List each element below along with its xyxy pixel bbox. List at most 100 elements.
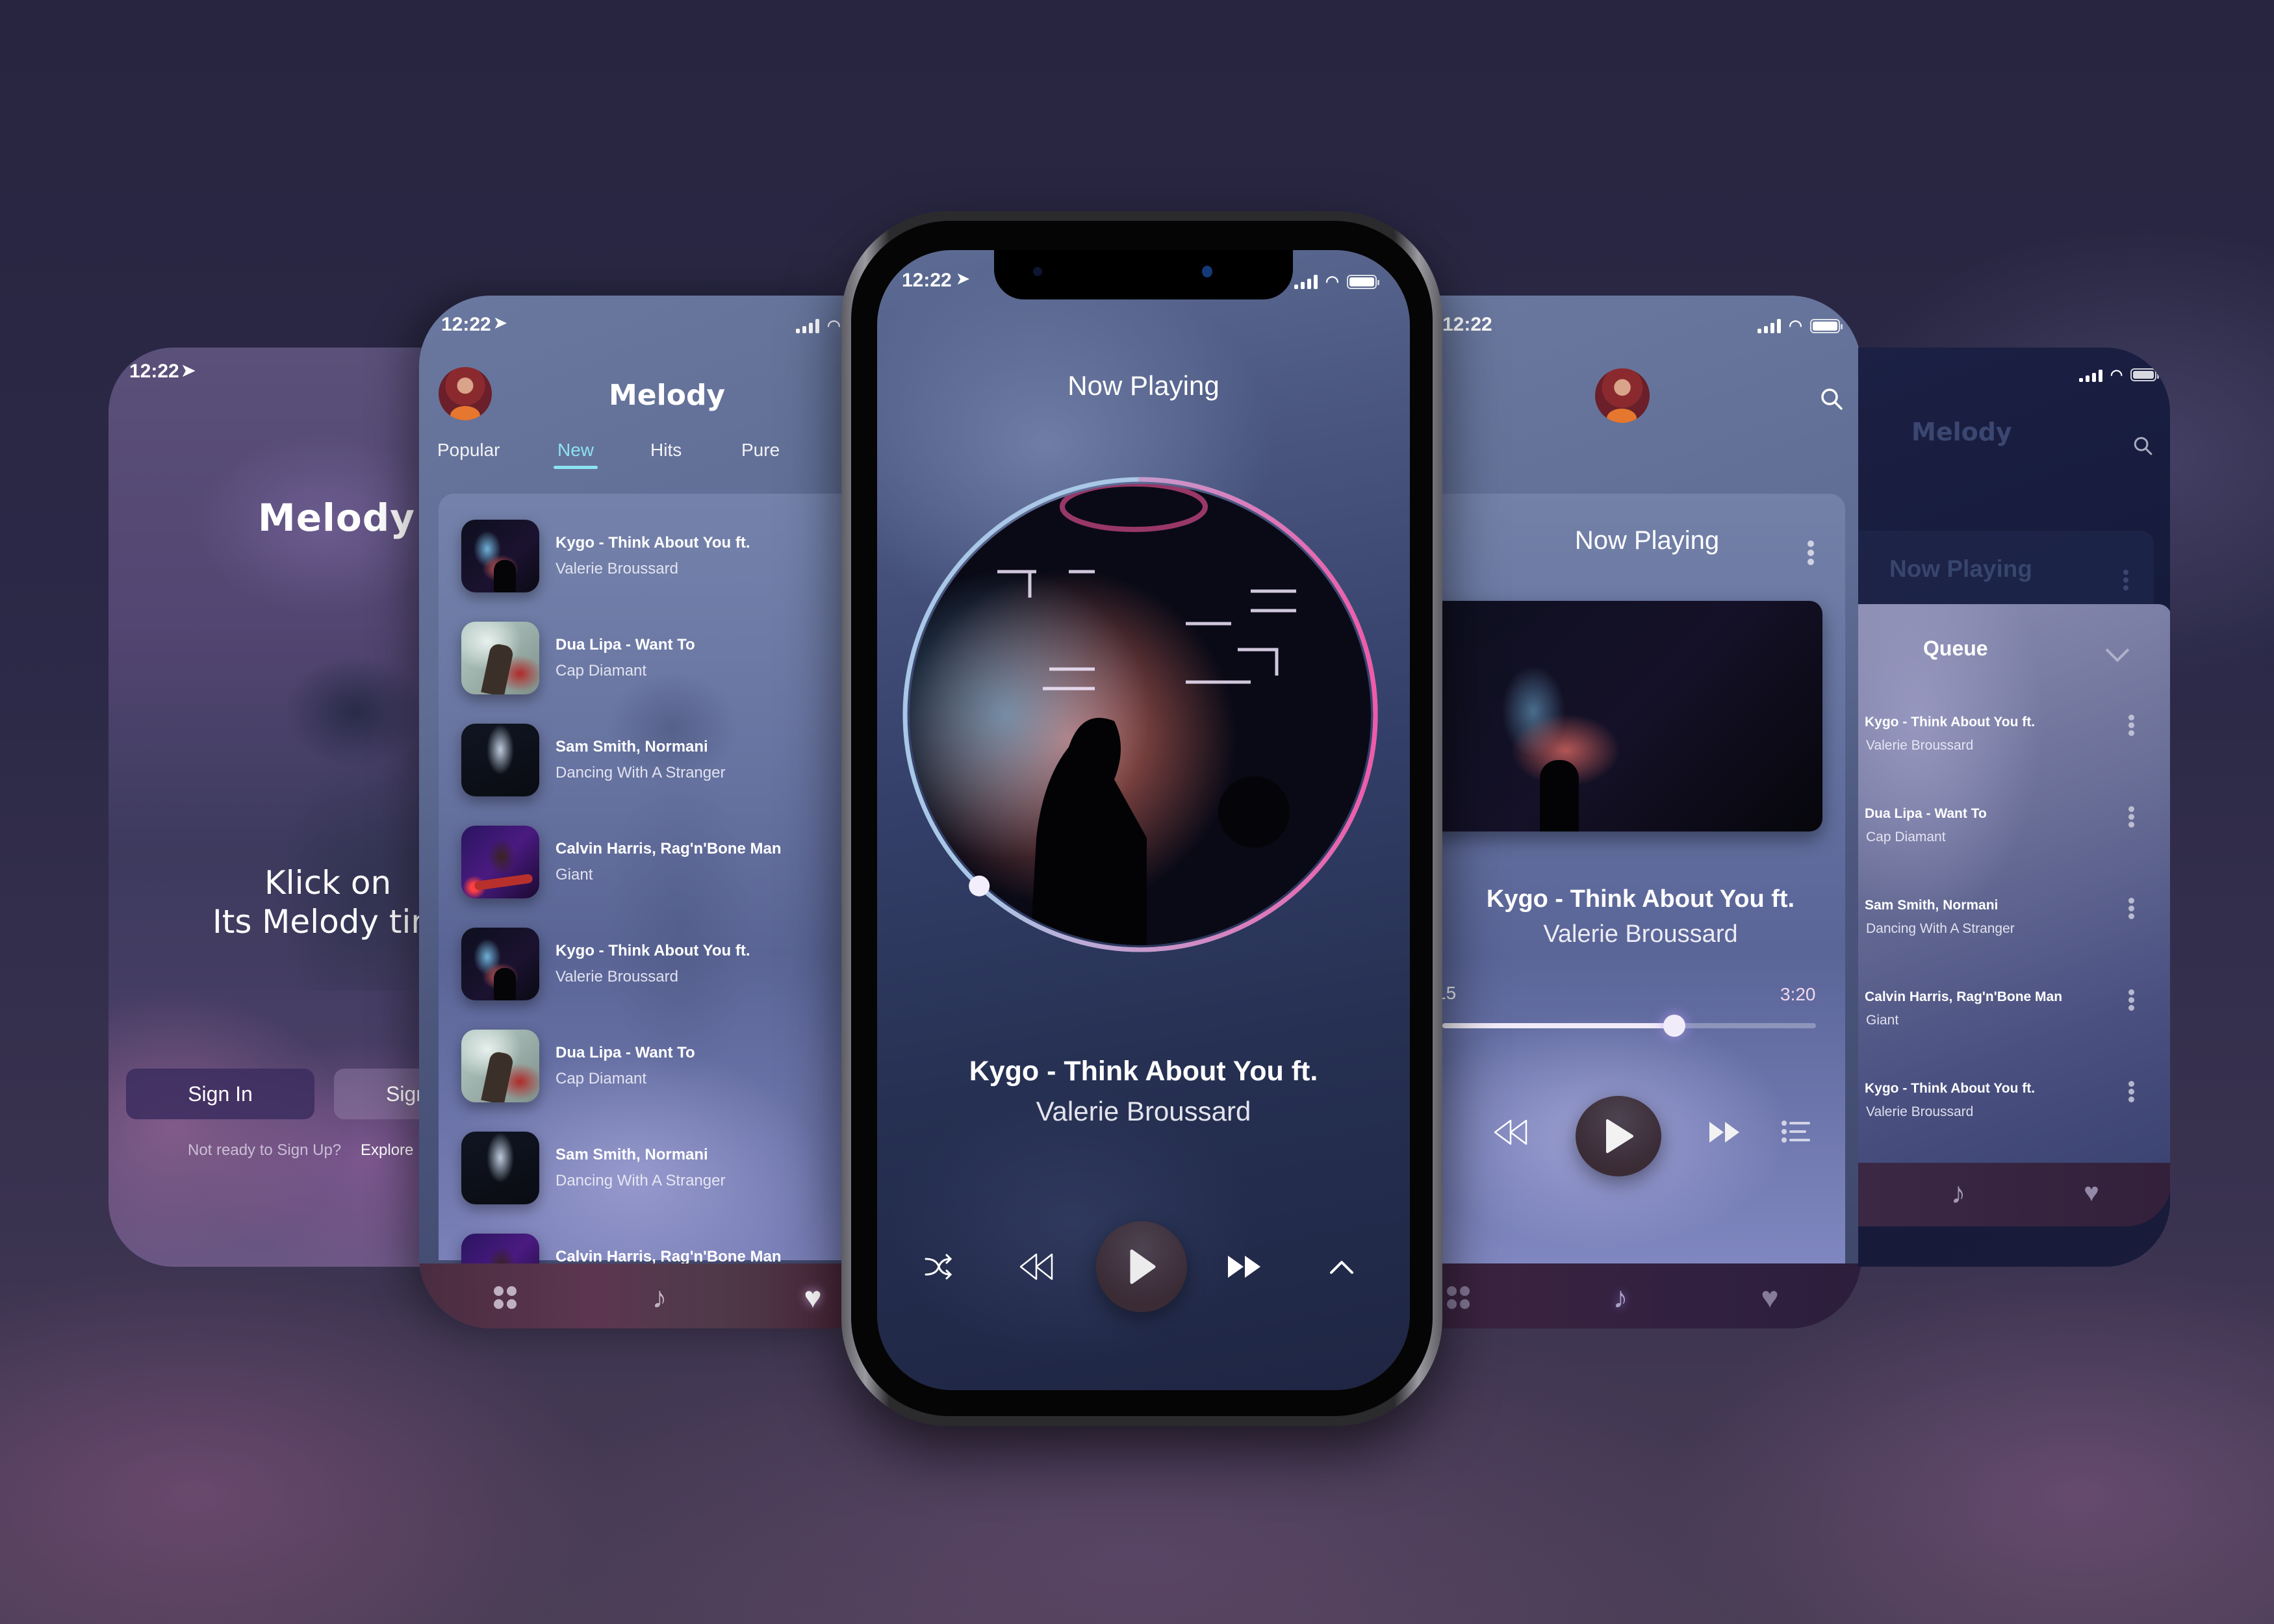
play-icon (1606, 1119, 1633, 1153)
app-title: Melody (1911, 418, 2012, 446)
tab-new[interactable]: New (553, 440, 598, 469)
explore-link[interactable]: Explore (361, 1141, 413, 1160)
track-title: Kygo - Think About You ft. (969, 1056, 1318, 1087)
song-title: Dua Lipa - Want To (556, 636, 695, 653)
queue-header: Queue (1923, 637, 1988, 660)
status-bar: ◠ (1858, 364, 2170, 403)
now-playing-header: Now Playing (1067, 370, 1220, 401)
bottom-nav: ♪ ♥ (419, 1263, 848, 1328)
progress-knob[interactable] (1663, 1015, 1685, 1037)
location-arrow-icon: ➤ (494, 314, 507, 332)
status-bar: 12:22 ◠ (1429, 314, 1861, 353)
song-title: Kygo - Think About You ft. (1865, 1081, 2036, 1096)
more-options-icon[interactable] (2128, 989, 2134, 1013)
rewind-icon[interactable] (1017, 1250, 1056, 1283)
status-time: 12:22 (902, 270, 952, 291)
queue-item[interactable]: Calvin Harris, Rag'n'Bone Man Giant (1865, 989, 2164, 1054)
user-avatar[interactable] (439, 367, 492, 420)
now-playing-header: Now Playing (1574, 526, 1720, 555)
signal-icon (2079, 368, 2102, 382)
song-list-item[interactable]: Kygo - Think About You ft. Valerie Brouss… (439, 928, 848, 1006)
album-disc (902, 477, 1378, 952)
heart-icon[interactable]: ♥ (2076, 1177, 2107, 1208)
status-icons: ◠ (2079, 366, 2160, 383)
user-avatar[interactable] (1595, 368, 1650, 423)
status-icons: ◠ (1757, 316, 1843, 335)
status-time: 12:22 (441, 314, 491, 335)
song-list-item[interactable]: Dua Lipa - Want To Cap Diamant (439, 622, 848, 700)
album-thumbnail (461, 520, 539, 592)
signal-icon (1294, 274, 1318, 289)
song-title: Sam Smith, Normani (1865, 898, 1999, 913)
play-button[interactable] (1096, 1221, 1187, 1312)
queue-item[interactable]: Sam Smith, Normani Dancing With A Strange… (1865, 898, 2164, 963)
progress-fill (1442, 1023, 1674, 1028)
search-icon[interactable] (1819, 387, 1845, 412)
status-time: 12:22 (1442, 314, 1492, 335)
song-title: Calvin Harris, Rag'n'Bone Man (556, 840, 782, 857)
status-icons: ◠ (1294, 272, 1379, 291)
heart-icon[interactable]: ♥ (797, 1280, 828, 1314)
song-title: Sam Smith, Normani (556, 1146, 708, 1163)
grid-icon[interactable] (1442, 1282, 1474, 1313)
album-thumbnail (461, 928, 539, 1000)
song-list-item[interactable]: Sam Smith, Normani Dancing With A Strange… (439, 1132, 848, 1210)
more-options-icon[interactable] (2123, 570, 2128, 593)
song-list-item[interactable]: Kygo - Think About You ft. Valerie Brouss… (439, 520, 848, 598)
more-options-icon[interactable] (2128, 1081, 2134, 1104)
song-artist: Valerie Broussard (1866, 1104, 1974, 1119)
wifi-icon: ◠ (1789, 317, 1802, 335)
library-screen: 12:22 ➤ ◠ Melody Popular New Hits Pure K… (419, 296, 848, 1328)
queue-item[interactable]: Dua Lipa - Want To Cap Diamant (1865, 806, 2164, 871)
rewind-icon[interactable] (1491, 1117, 1530, 1147)
heart-icon[interactable]: ♥ (1754, 1280, 1785, 1314)
tab-hits[interactable]: Hits (650, 440, 682, 461)
album-thumbnail (461, 1132, 539, 1204)
status-bar: 12:22 ➤ ◠ (419, 314, 848, 353)
player-card-screen: 12:22 ◠ Now Playing Kygo - Think About Y… (1429, 296, 1861, 1328)
progress-slider[interactable] (1442, 1015, 1816, 1037)
music-note-icon[interactable]: ♪ (1943, 1176, 1974, 1210)
wifi-icon: ◠ (827, 317, 841, 335)
play-button[interactable] (1576, 1096, 1661, 1176)
grid-icon[interactable] (489, 1282, 520, 1313)
song-artist: Cap Diamant (556, 662, 647, 679)
more-options-icon[interactable] (2128, 806, 2134, 830)
status-bar: 12:22 ➤ (109, 361, 472, 400)
more-options-icon[interactable] (2128, 898, 2134, 921)
progress-knob[interactable] (969, 875, 990, 896)
song-title: Kygo - Think About You ft. (1865, 715, 2036, 730)
song-list-item[interactable]: Calvin Harris, Rag'n'Bone Man Giant (439, 826, 848, 904)
search-icon[interactable] (2132, 435, 2154, 457)
album-thumbnail (461, 826, 539, 898)
now-playing-card: Now Playing Kygo - Think About You ft. V… (1429, 494, 1845, 1263)
song-list-item[interactable]: Dua Lipa - Want To Cap Diamant (439, 1030, 848, 1108)
track-artist: Valerie Broussard (1036, 1096, 1251, 1126)
music-note-icon[interactable]: ♪ (1605, 1280, 1636, 1314)
music-note-icon[interactable]: ♪ (644, 1280, 675, 1314)
now-playing-header: Now Playing (1889, 555, 2032, 582)
song-title: Kygo - Think About You ft. (556, 534, 750, 552)
sign-in-button[interactable]: Sign In (126, 1069, 314, 1119)
status-time: 12:22 (129, 361, 179, 382)
app-title: Melody (258, 496, 416, 540)
more-options-icon[interactable] (1806, 540, 1815, 568)
song-list: Kygo - Think About You ft. Valerie Brouss… (439, 494, 848, 1306)
queue-item[interactable]: Kygo - Think About You ft. Valerie Brouss… (1865, 1081, 2164, 1146)
queue-panel: Queue Kygo - Think About You ft. Valerie … (1858, 604, 2170, 1211)
chevron-down-icon[interactable] (2105, 638, 2130, 663)
tab-pure[interactable]: Pure (741, 440, 780, 461)
queue-list-icon[interactable] (1780, 1119, 1813, 1145)
not-ready-text: Not ready to Sign Up? (188, 1141, 342, 1159)
song-artist: Cap Diamant (556, 1070, 647, 1087)
fast-forward-icon[interactable] (1706, 1117, 1744, 1147)
queue-item[interactable]: Kygo - Think About You ft. Valerie Brouss… (1865, 715, 2164, 780)
wifi-icon: ◠ (1325, 273, 1339, 290)
more-options-icon[interactable] (2128, 715, 2134, 738)
battery-icon (1809, 318, 1843, 333)
shuffle-icon[interactable] (923, 1247, 955, 1286)
tab-popular[interactable]: Popular (437, 440, 500, 461)
fast-forward-icon[interactable] (1225, 1250, 1264, 1283)
chevron-up-icon[interactable] (1325, 1254, 1358, 1280)
song-list-item[interactable]: Sam Smith, Normani Dancing With A Strange… (439, 724, 848, 802)
